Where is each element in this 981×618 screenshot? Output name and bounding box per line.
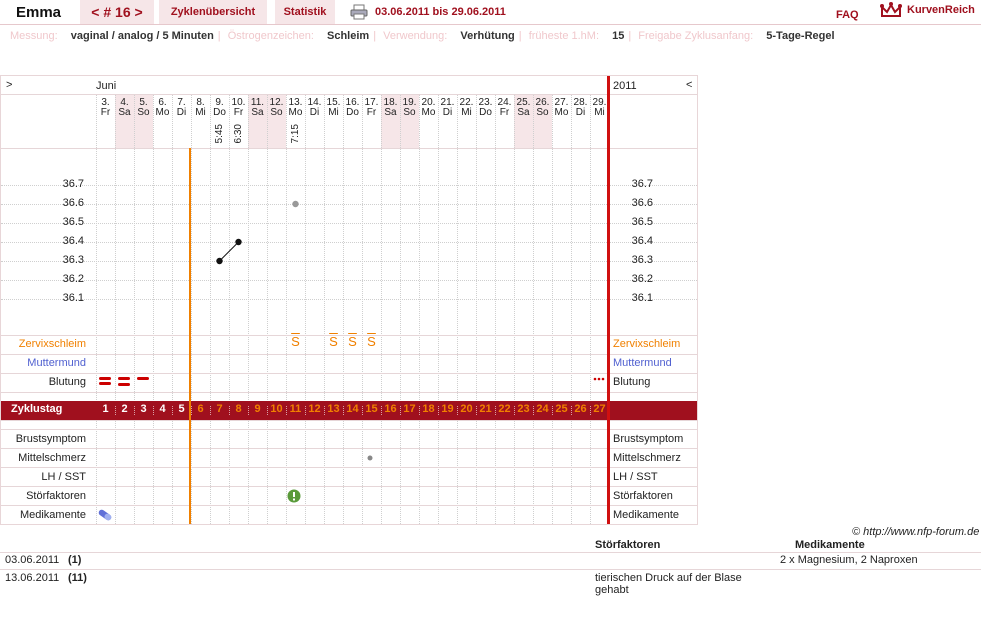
temp-point[interactable] <box>235 238 242 246</box>
tab-statistics[interactable]: Statistik <box>275 0 335 24</box>
printer-icon[interactable] <box>350 4 368 20</box>
bleeding-strong-icon <box>99 377 111 385</box>
crown-logo-icon <box>880 2 902 17</box>
top-bar: Emma < # 16 > Zyklenübersicht Statistik … <box>0 0 981 25</box>
zervix-symbol: S <box>329 334 338 349</box>
temp-point-excluded[interactable] <box>292 200 299 208</box>
info-value: 5-Tage-Regel <box>766 30 835 42</box>
note-day: (1) <box>68 554 82 566</box>
bleeding-strong-icon <box>118 377 130 386</box>
notes-divider <box>0 569 981 570</box>
temp-point[interactable] <box>216 257 223 265</box>
info-value: Verhütung <box>460 30 515 42</box>
medication-pill-icon[interactable] <box>97 508 113 522</box>
note-day: (11) <box>68 572 87 584</box>
cycle-chart: > Juni 2011 < 3. Fr 4. Sa 5. So 6. Mo 7. Di 8. Mi 9.… <box>0 75 698 525</box>
user-name: Emma <box>16 4 62 21</box>
zervix-symbol: S <box>367 334 376 349</box>
info-value: vaginal / analog / 5 Minuten <box>70 30 214 42</box>
notes-header-medi: Medikamente <box>795 539 865 551</box>
note-stoer: tierischen Druck auf der Blase gehabt <box>595 572 742 596</box>
info-label: Messung: <box>10 30 58 42</box>
info-label: Freigabe Zyklusanfang: <box>638 30 754 42</box>
logo-text[interactable]: KurvenReich <box>907 4 975 16</box>
notes-divider <box>0 552 981 553</box>
temperature-curve <box>216 200 299 265</box>
copyright: © http://www.nfp-forum.de <box>852 526 980 538</box>
info-value: 15 <box>612 30 625 42</box>
info-label: Östrogenzeichen: <box>227 30 314 42</box>
note-date: 03.06.2011 <box>5 554 60 566</box>
cycle-settings-bar: Messung: vaginal / analog / 5 Minuten | Ö… <box>10 30 835 42</box>
zervix-symbol: S <box>348 334 357 349</box>
grid-hline <box>1 524 697 525</box>
info-label: Verwendung: <box>383 30 448 42</box>
temp-line-segment <box>219 241 239 262</box>
cycle-nav-button[interactable]: < # 16 > <box>80 0 154 24</box>
faq-link[interactable]: FAQ <box>836 9 859 21</box>
bleeding-medium-icon <box>137 377 149 380</box>
spotting-icon <box>593 377 605 381</box>
note-date: 13.06.2011 <box>5 572 60 584</box>
disturbance-alert-icon[interactable] <box>287 489 301 503</box>
note-medi: 2 x Magnesium, 2 Naproxen <box>780 554 918 566</box>
info-label: früheste 1.hM: <box>528 30 600 42</box>
notes-header-stoer: Störfaktoren <box>595 539 661 551</box>
date-range: 03.06.2011 bis 29.06.2011 <box>375 6 506 18</box>
mittelschmerz-dot-icon <box>367 455 373 461</box>
zervix-symbol: S <box>291 334 300 349</box>
tab-cycle-overview[interactable]: Zyklenübersicht <box>159 0 267 24</box>
info-value: Schleim <box>327 30 370 42</box>
